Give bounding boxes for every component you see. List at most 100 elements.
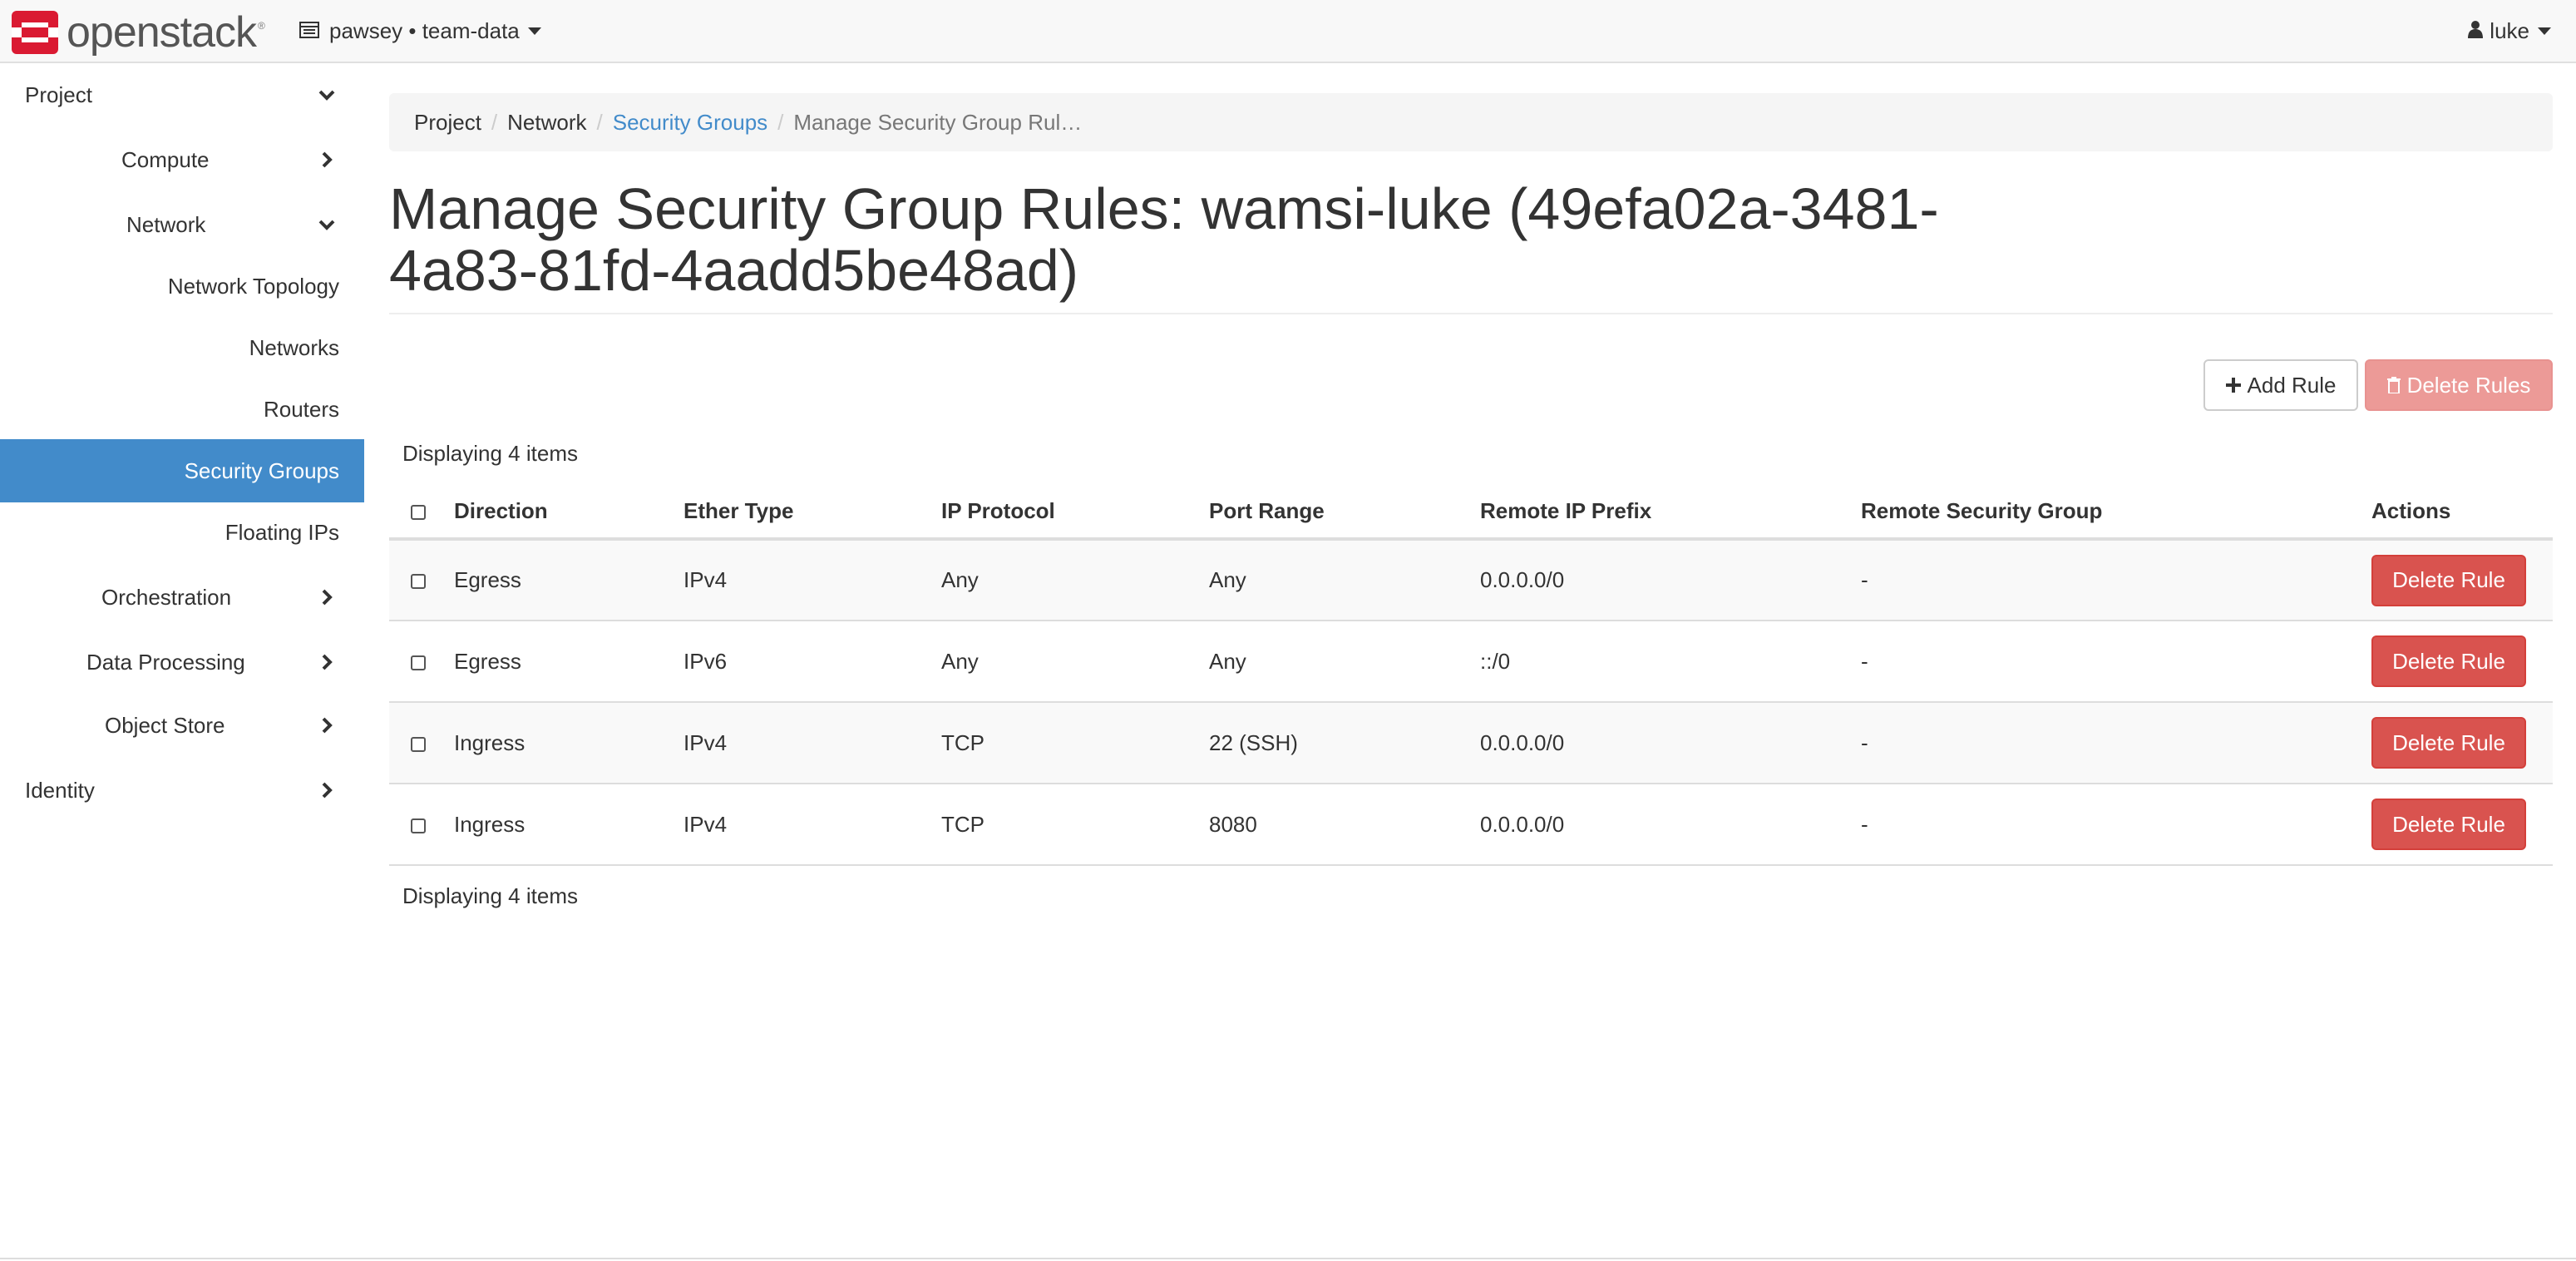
column-header-ip-protocol[interactable]: IP Protocol <box>935 484 1202 541</box>
breadcrumb-network[interactable]: Network <box>507 110 586 136</box>
sidebar-item-network-topology[interactable]: Network Topology <box>0 255 364 318</box>
cell-ip-protocol: TCP <box>941 811 985 837</box>
table-row: Ingress IPv4 TCP 22 (SSH) 0.0.0.0/0 - De… <box>389 702 2553 784</box>
cell-remote-security-group: - <box>1861 811 1868 837</box>
table-row: Ingress IPv4 TCP 8080 0.0.0.0/0 - Delete… <box>389 784 2553 865</box>
delete-rule-button[interactable]: Delete Rule <box>2371 799 2526 850</box>
sidebar-item-label: Floating IPs <box>225 519 339 545</box>
chevron-right-icon <box>322 151 333 168</box>
cell-remote-ip-prefix: 0.0.0.0/0 <box>1480 729 1565 755</box>
cell-direction: Ingress <box>454 811 526 837</box>
sidebar-item-network[interactable]: Network <box>0 193 364 256</box>
window-bottom-edge <box>0 1258 2576 1259</box>
sidebar-item-label: Orchestration <box>101 584 232 610</box>
sidebar-item-label: Network Topology <box>167 273 339 299</box>
sidebar-item-label: Networks <box>249 334 339 360</box>
cell-ether-type: IPv4 <box>683 567 728 592</box>
column-header-remote-ip-prefix[interactable]: Remote IP Prefix <box>1473 484 1854 541</box>
chevron-down-icon <box>318 90 335 101</box>
user-menu[interactable]: luke <box>2468 0 2551 62</box>
sidebar-item-object-store[interactable]: Object Store <box>0 694 364 757</box>
column-header-actions: Actions <box>2365 484 2553 541</box>
trash-icon <box>2386 377 2401 393</box>
column-header-remote-security-group[interactable]: Remote Security Group <box>1854 484 2365 541</box>
cell-ip-protocol: Any <box>941 648 979 674</box>
breadcrumb-current: Manage Security Group Rul… <box>793 109 1083 135</box>
table-header-row: Direction Ether Type IP Protocol Port Ra… <box>389 484 2553 541</box>
add-rule-button[interactable]: Add Rule <box>2203 359 2358 411</box>
sidebar-item-label: Project <box>25 82 92 107</box>
caret-down-icon <box>2538 27 2551 35</box>
openstack-logo[interactable]: openstack ® <box>12 8 265 57</box>
delete-rule-button[interactable]: Delete Rule <box>2371 635 2526 687</box>
column-header-port-range[interactable]: Port Range <box>1202 484 1473 541</box>
sidebar-item-networks[interactable]: Networks <box>0 316 364 379</box>
cell-direction: Egress <box>454 567 521 592</box>
chevron-down-icon <box>318 220 335 230</box>
breadcrumb-security-groups-link[interactable]: Security Groups <box>613 110 767 136</box>
cell-remote-ip-prefix: 0.0.0.0/0 <box>1480 811 1565 837</box>
logo-text: openstack <box>67 8 257 57</box>
chevron-right-icon <box>322 654 333 670</box>
logo-trademark: ® <box>258 20 265 32</box>
column-header-ether-type[interactable]: Ether Type <box>677 484 935 541</box>
cell-remote-security-group: - <box>1861 567 1868 592</box>
select-all-checkbox[interactable] <box>411 504 426 520</box>
sidebar-item-identity[interactable]: Identity <box>0 759 364 822</box>
cell-ether-type: IPv4 <box>683 811 728 837</box>
title-divider <box>389 313 2553 314</box>
column-header-direction[interactable]: Direction <box>447 484 677 541</box>
sidebar-item-label: Routers <box>263 396 339 422</box>
openstack-logo-icon <box>12 11 58 54</box>
sidebar-item-label: Data Processing <box>86 649 245 675</box>
table-row: Egress IPv4 Any Any 0.0.0.0/0 - Delete R… <box>389 539 2553 621</box>
breadcrumb-separator: / <box>777 109 784 135</box>
breadcrumb-separator: / <box>491 109 498 135</box>
cell-remote-ip-prefix: ::/0 <box>1480 648 1511 674</box>
chevron-right-icon <box>322 717 333 734</box>
cell-ip-protocol: TCP <box>941 729 985 755</box>
plus-icon <box>2225 378 2241 393</box>
page-title: Manage Security Group Rules: wamsi-luke … <box>389 178 2011 301</box>
project-icon <box>299 18 319 44</box>
cell-ether-type: IPv6 <box>683 648 728 674</box>
sidebar-item-label: Compute <box>121 146 210 172</box>
sidebar-item-routers[interactable]: Routers <box>0 378 364 441</box>
sidebar-item-label: Network <box>126 211 206 237</box>
caret-down-icon <box>527 27 541 35</box>
cell-ether-type: IPv4 <box>683 729 728 755</box>
sidebar-item-compute[interactable]: Compute <box>0 128 364 191</box>
delete-rules-button[interactable]: Delete Rules <box>2365 359 2553 411</box>
cell-port-range: 22 (SSH) <box>1209 729 1298 755</box>
top-navbar: openstack ® pawsey • team-data luke <box>0 0 2576 63</box>
row-checkbox[interactable] <box>411 655 426 670</box>
table-row: Egress IPv6 Any Any ::/0 - Delete Rule <box>389 621 2553 702</box>
breadcrumb-project[interactable]: Project <box>414 110 481 136</box>
cell-remote-security-group: - <box>1861 729 1868 755</box>
delete-rule-button[interactable]: Delete Rule <box>2371 717 2526 769</box>
row-checkbox[interactable] <box>411 574 426 590</box>
sidebar: Project Compute Network Network Topology… <box>0 63 364 1261</box>
row-checkbox[interactable] <box>411 818 426 833</box>
cell-direction: Egress <box>454 648 521 674</box>
cell-remote-security-group: - <box>1861 648 1868 674</box>
row-checkbox[interactable] <box>411 736 426 752</box>
sidebar-item-data-processing[interactable]: Data Processing <box>0 630 364 694</box>
cell-ip-protocol: Any <box>941 567 979 592</box>
delete-rule-button[interactable]: Delete Rule <box>2371 554 2526 606</box>
page-title-line-2: 4a83-81fd-4aadd5be48ad) <box>389 238 1079 303</box>
cell-port-range: 8080 <box>1209 811 1257 837</box>
cell-direction: Ingress <box>454 729 526 755</box>
project-switcher-label: pawsey • team-data <box>329 17 520 43</box>
breadcrumb-separator: / <box>596 109 603 135</box>
items-count-top: Displaying 4 items <box>402 441 578 466</box>
sidebar-item-orchestration[interactable]: Orchestration <box>0 566 364 629</box>
user-icon <box>2468 18 2484 44</box>
cell-port-range: Any <box>1209 648 1246 674</box>
sidebar-item-floating-ips[interactable]: Floating IPs <box>0 501 364 564</box>
sidebar-item-project[interactable]: Project <box>0 63 364 126</box>
project-switcher[interactable]: pawsey • team-data <box>299 0 541 62</box>
page-title-line-1: Manage Security Group Rules: wamsi-luke … <box>389 176 1939 241</box>
sidebar-item-security-groups[interactable]: Security Groups <box>0 439 364 502</box>
delete-rules-label: Delete Rules <box>2406 372 2531 398</box>
